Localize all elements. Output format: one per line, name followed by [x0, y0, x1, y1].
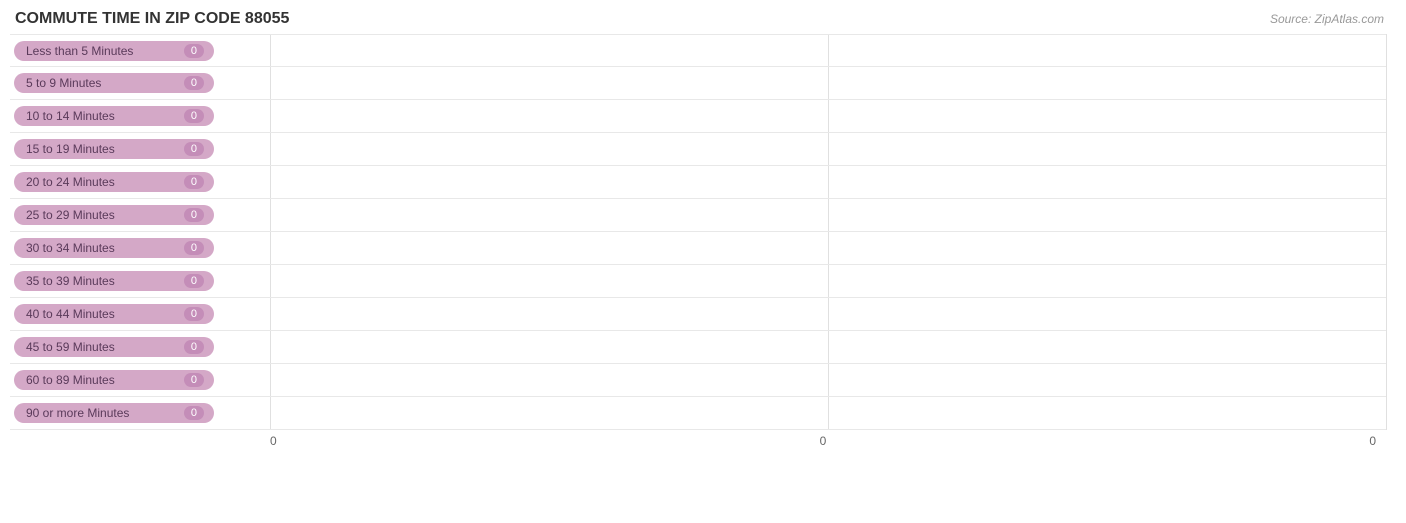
bar-track — [270, 100, 1386, 132]
source-text: Source: ZipAtlas.com — [1270, 12, 1384, 26]
chart-title: COMMUTE TIME IN ZIP CODE 88055 — [10, 10, 1386, 28]
bar-pill: 5 to 9 Minutes 0 — [14, 73, 214, 93]
bar-value-badge: 0 — [184, 208, 204, 222]
bar-pill: 20 to 24 Minutes 0 — [14, 172, 214, 192]
bar-value-badge: 0 — [184, 241, 204, 255]
bar-label: 90 or more Minutes — [26, 406, 129, 420]
bar-row: 20 to 24 Minutes 0 — [10, 166, 1386, 199]
bar-label: 5 to 9 Minutes — [26, 76, 101, 90]
bar-pill: 45 to 59 Minutes 0 — [14, 337, 214, 357]
chart-container: COMMUTE TIME IN ZIP CODE 88055 Source: Z… — [0, 0, 1406, 523]
bar-track — [270, 397, 1386, 429]
bar-pill: Less than 5 Minutes 0 — [14, 41, 214, 61]
bar-label: 45 to 59 Minutes — [26, 340, 115, 354]
chart-area: Less than 5 Minutes05 to 9 Minutes010 to… — [10, 34, 1386, 447]
bar-label: 40 to 44 Minutes — [26, 307, 115, 321]
bar-label-wrap: 60 to 89 Minutes 0 — [10, 370, 270, 390]
bar-track — [270, 35, 1386, 66]
bar-track — [270, 133, 1386, 165]
bar-pill: 40 to 44 Minutes 0 — [14, 304, 214, 324]
bar-row: 45 to 59 Minutes 0 — [10, 331, 1386, 364]
bar-label: 25 to 29 Minutes — [26, 208, 115, 222]
bar-value-badge: 0 — [184, 175, 204, 189]
bar-pill: 60 to 89 Minutes 0 — [14, 370, 214, 390]
bar-label-wrap: 15 to 19 Minutes 0 — [10, 139, 270, 159]
bar-row: Less than 5 Minutes 0 — [10, 34, 1386, 67]
bar-pill: 35 to 39 Minutes 0 — [14, 271, 214, 291]
bar-pill: 25 to 29 Minutes 0 — [14, 205, 214, 225]
bar-row: 5 to 9 Minutes 0 — [10, 67, 1386, 100]
bar-row: 60 to 89 Minutes 0 — [10, 364, 1386, 397]
bar-pill: 90 or more Minutes 0 — [14, 403, 214, 423]
bar-label: Less than 5 Minutes — [26, 44, 133, 58]
bar-value-badge: 0 — [184, 340, 204, 354]
bar-label: 30 to 34 Minutes — [26, 241, 115, 255]
bar-row: 35 to 39 Minutes 0 — [10, 265, 1386, 298]
bar-label-wrap: 45 to 59 Minutes 0 — [10, 337, 270, 357]
bar-row: 25 to 29 Minutes 0 — [10, 199, 1386, 232]
bar-label: 20 to 24 Minutes — [26, 175, 115, 189]
bar-track — [270, 232, 1386, 264]
bar-track — [270, 265, 1386, 297]
bar-row: 30 to 34 Minutes 0 — [10, 232, 1386, 265]
bar-value-badge: 0 — [184, 373, 204, 387]
bar-track — [270, 199, 1386, 231]
bar-track — [270, 166, 1386, 198]
bar-pill: 10 to 14 Minutes 0 — [14, 106, 214, 126]
bar-label: 15 to 19 Minutes — [26, 142, 115, 156]
bar-label-wrap: 40 to 44 Minutes 0 — [10, 304, 270, 324]
x-axis: 0 0 0 — [10, 434, 1386, 448]
x-label-1: 0 — [277, 434, 1370, 448]
bar-value-badge: 0 — [184, 142, 204, 156]
bar-row: 90 or more Minutes 0 — [10, 397, 1386, 430]
bars-root: Less than 5 Minutes05 to 9 Minutes010 to… — [10, 34, 1386, 430]
bar-pill: 15 to 19 Minutes 0 — [14, 139, 214, 159]
bar-label: 60 to 89 Minutes — [26, 373, 115, 387]
bar-row: 40 to 44 Minutes 0 — [10, 298, 1386, 331]
bar-label-wrap: 5 to 9 Minutes 0 — [10, 73, 270, 93]
bar-value-badge: 0 — [184, 109, 204, 123]
bar-track — [270, 298, 1386, 330]
bar-row: 15 to 19 Minutes 0 — [10, 133, 1386, 166]
vline-right — [1386, 34, 1387, 430]
bar-track — [270, 67, 1386, 99]
bar-label-wrap: 35 to 39 Minutes 0 — [10, 271, 270, 291]
bar-value-badge: 0 — [184, 307, 204, 321]
bar-rows-container: Less than 5 Minutes05 to 9 Minutes010 to… — [10, 34, 1386, 430]
x-label-0: 0 — [270, 434, 277, 448]
bar-track — [270, 331, 1386, 363]
bar-value-badge: 0 — [184, 76, 204, 90]
bar-label-wrap: 10 to 14 Minutes 0 — [10, 106, 270, 126]
bar-value-badge: 0 — [184, 44, 204, 58]
bar-value-badge: 0 — [184, 274, 204, 288]
bar-label: 35 to 39 Minutes — [26, 274, 115, 288]
bar-label-wrap: 90 or more Minutes 0 — [10, 403, 270, 423]
bar-value-badge: 0 — [184, 406, 204, 420]
bar-label-wrap: 25 to 29 Minutes 0 — [10, 205, 270, 225]
bar-track — [270, 364, 1386, 396]
bar-label-wrap: 20 to 24 Minutes 0 — [10, 172, 270, 192]
bar-label-wrap: 30 to 34 Minutes 0 — [10, 238, 270, 258]
x-label-2: 0 — [1369, 434, 1376, 448]
bar-row: 10 to 14 Minutes 0 — [10, 100, 1386, 133]
bar-label: 10 to 14 Minutes — [26, 109, 115, 123]
bar-label-wrap: Less than 5 Minutes 0 — [10, 41, 270, 61]
bar-pill: 30 to 34 Minutes 0 — [14, 238, 214, 258]
